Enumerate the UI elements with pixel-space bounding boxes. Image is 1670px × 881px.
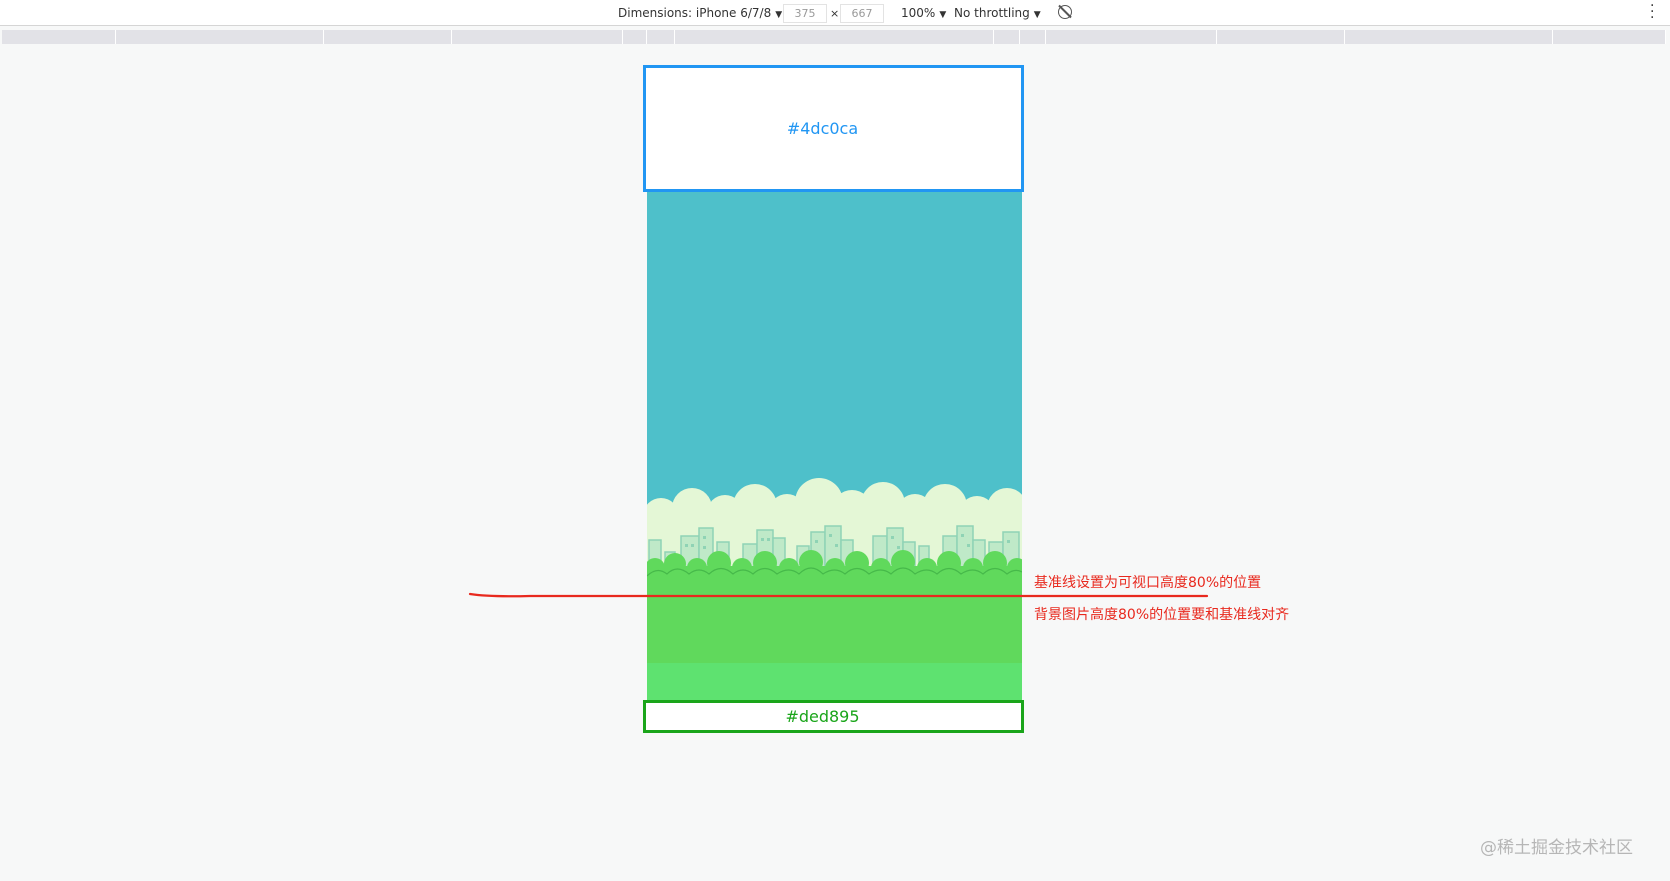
more-options-icon[interactable]: · · · xyxy=(1650,0,1654,25)
media-query-segment[interactable] xyxy=(623,30,647,44)
throttling-dropdown[interactable]: No throttling ▼ xyxy=(954,6,1041,22)
width-input[interactable]: 375 xyxy=(783,4,827,23)
zoom-label: 100% xyxy=(901,6,936,20)
chevron-down-icon: ▼ xyxy=(775,10,783,20)
rotate-icon[interactable] xyxy=(1058,5,1072,19)
media-query-bar xyxy=(2,30,1666,44)
media-query-segment[interactable] xyxy=(675,30,994,44)
device-dimensions-dropdown[interactable]: Dimensions: iPhone 6/7/8 ▼ xyxy=(618,6,782,22)
throttling-label: No throttling xyxy=(954,6,1030,20)
media-query-segment[interactable] xyxy=(1217,30,1345,44)
top-color-label: #4dc0ca xyxy=(786,119,859,138)
chevron-down-icon: ▼ xyxy=(1033,10,1041,20)
top-color-box: #4dc0ca xyxy=(643,65,1024,192)
device-dimensions-label: Dimensions: iPhone 6/7/8 xyxy=(618,6,772,20)
bush-layer xyxy=(647,550,1022,666)
bottom-color-box: #ded895 xyxy=(643,700,1024,733)
zoom-dropdown[interactable]: 100% ▼ xyxy=(901,6,946,22)
media-query-segment[interactable] xyxy=(1020,30,1046,44)
media-query-segment[interactable] xyxy=(324,30,452,44)
annotation-text-baseline: 基准线设置为可视口高度80%的位置 xyxy=(1034,575,1262,591)
media-query-segment[interactable] xyxy=(994,30,1020,44)
media-query-segment[interactable] xyxy=(1553,30,1666,44)
times-sign: × xyxy=(830,7,840,20)
media-query-segment[interactable] xyxy=(647,30,675,44)
media-query-segment[interactable] xyxy=(116,30,324,44)
height-input[interactable]: 667 xyxy=(840,4,884,23)
media-query-segment[interactable] xyxy=(2,30,116,44)
bottom-color-label: #ded895 xyxy=(785,707,860,726)
media-query-segment[interactable] xyxy=(1345,30,1553,44)
chevron-down-icon: ▼ xyxy=(939,10,947,20)
media-query-segment[interactable] xyxy=(1046,30,1217,44)
watermark: @稀土掘金技术社区 xyxy=(1480,838,1633,858)
device-toolbar: Dimensions: iPhone 6/7/8 ▼ 375 × 667 100%… xyxy=(0,0,1670,26)
media-query-segment[interactable] xyxy=(452,30,623,44)
annotation-text-background: 背景图片高度80%的位置要和基准线对齐 xyxy=(1034,607,1290,623)
